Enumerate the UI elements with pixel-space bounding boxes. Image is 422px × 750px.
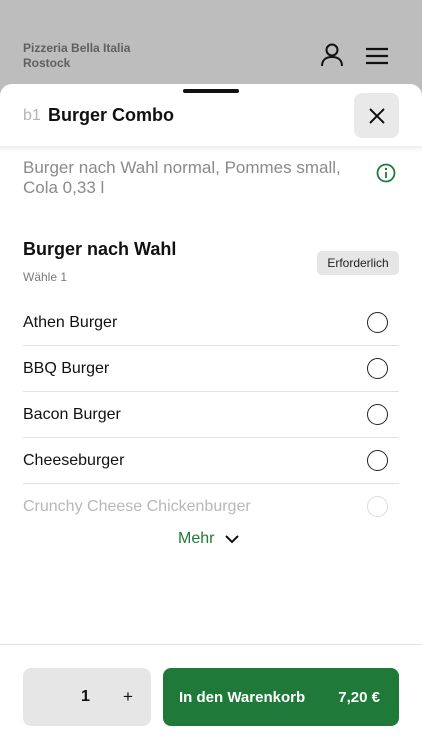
product-title: Burger Combo: [48, 105, 174, 125]
sheet-header: b1 Burger Combo: [0, 84, 422, 146]
restaurant-name: Pizzeria Bella Italia: [23, 41, 131, 55]
show-more-button[interactable]: Mehr: [178, 530, 240, 548]
option-label: Athen Burger: [23, 313, 118, 331]
product-sheet: b1 Burger Combo Burger nach Wahl normal,…: [0, 84, 422, 750]
option-label: Bacon Burger: [23, 405, 121, 423]
header-divider: [0, 146, 422, 152]
radio-button[interactable]: [367, 404, 388, 425]
product-code: b1: [23, 107, 41, 124]
footer-divider: [0, 644, 422, 645]
restaurant-city: Rostock: [23, 56, 71, 70]
required-badge: Erforderlich: [317, 251, 399, 275]
option-item[interactable]: Bacon Burger: [23, 392, 399, 438]
quantity-stepper: 1 +: [23, 668, 151, 726]
radio-button[interactable]: [367, 450, 388, 471]
chevron-down-icon: [225, 535, 240, 544]
quantity-value: 1: [81, 688, 90, 705]
option-label: BBQ Burger: [23, 359, 110, 377]
add-to-cart-button[interactable]: In den Warenkorb 7,20 €: [163, 668, 399, 726]
option-label: Crunchy Cheese Chickenburger: [23, 498, 251, 515]
radio-button[interactable]: [367, 496, 388, 517]
cart-price: 7,20 €: [338, 689, 380, 706]
option-item[interactable]: BBQ Burger: [23, 346, 399, 392]
hamburger-menu-icon[interactable]: [362, 40, 392, 70]
plus-button[interactable]: +: [123, 687, 133, 707]
option-item[interactable]: Crunchy Cheese Chickenburger: [23, 484, 399, 530]
option-label: Cheeseburger: [23, 451, 125, 469]
info-icon[interactable]: [376, 163, 396, 183]
radio-button[interactable]: [367, 312, 388, 333]
restaurant-info: Pizzeria Bella Italia Rostock: [23, 41, 130, 71]
show-more-label: Mehr: [178, 530, 215, 547]
radio-button[interactable]: [367, 358, 388, 379]
user-icon[interactable]: [317, 40, 347, 70]
close-button[interactable]: [354, 93, 399, 138]
add-to-cart-label: In den Warenkorb: [179, 689, 306, 706]
option-item[interactable]: Athen Burger: [23, 300, 399, 346]
option-group-title: Burger nach Wahl: [23, 239, 177, 259]
option-item[interactable]: Cheeseburger: [23, 438, 399, 484]
option-list: Athen Burger BBQ Burger Bacon Burger Che…: [23, 300, 399, 530]
option-group-subtitle: Wähle 1: [23, 270, 68, 284]
product-description: Burger nach Wahl normal, Pommes small, C…: [23, 158, 341, 197]
close-icon: [368, 107, 385, 124]
